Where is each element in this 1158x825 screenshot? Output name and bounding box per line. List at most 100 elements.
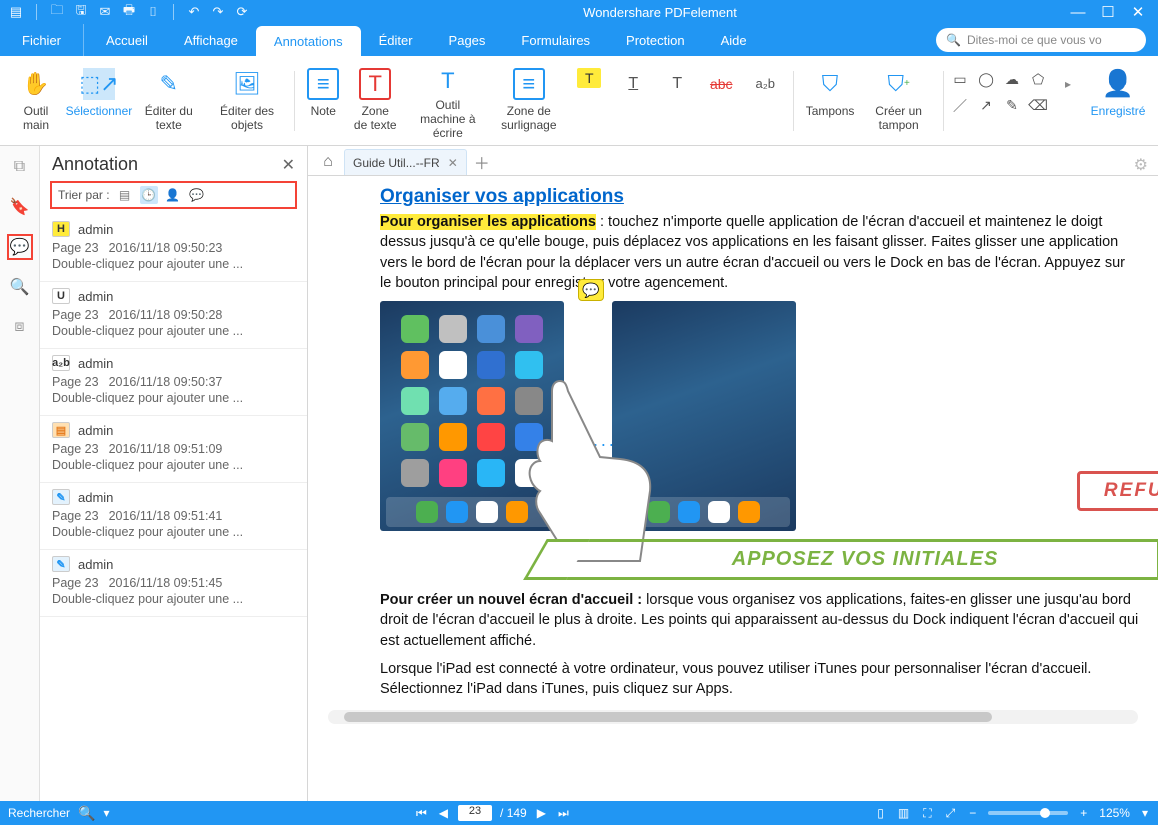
shape-eraser-icon[interactable]: ⌫ (1028, 96, 1048, 116)
shape-arrow-icon[interactable]: ↗ (976, 96, 996, 116)
tool-underline[interactable]: T (611, 62, 655, 140)
stamp-initials[interactable]: APPOSEZ VOS INITIALES (560, 539, 1158, 580)
zoom-dropdown-icon[interactable]: ▾ (1140, 806, 1150, 820)
menu-formulaires[interactable]: Formulaires (503, 24, 608, 56)
panel-annotations-icon[interactable]: 💬 (7, 234, 33, 260)
shape-tools[interactable]: ▭ ◯ ☁ ⬠ ／ ↗ ✎ ⌫ (950, 62, 1048, 116)
undo-icon[interactable]: ↶ (186, 4, 202, 20)
panel-attachments-icon[interactable]: ⧈ (7, 314, 33, 340)
menu-protection[interactable]: Protection (608, 24, 703, 56)
menu-file[interactable]: Fichier (0, 24, 84, 56)
annotation-item[interactable]: UadminPage 232016/11/18 09:50:28Double-c… (40, 282, 307, 349)
sort-type-icon[interactable]: 💬 (188, 186, 206, 204)
page-total: / 149 (500, 806, 527, 820)
email-icon[interactable]: ✉ (97, 4, 113, 20)
annotation-item[interactable]: ✎adminPage 232016/11/18 09:51:45Double-c… (40, 550, 307, 617)
tool-note[interactable]: ≡Note (301, 62, 345, 140)
maximize-icon[interactable]: ☐ (1100, 4, 1116, 20)
view-continuous-icon[interactable]: ▥ (896, 806, 911, 820)
shape-rect-icon[interactable]: ▭ (950, 70, 970, 90)
tool-highlight-area[interactable]: ≡Zone de surlignage (490, 62, 567, 140)
view-fullscreen-icon[interactable]: ⤢ (944, 806, 958, 821)
shape-pencil-icon[interactable]: ✎ (1002, 96, 1022, 116)
help-search-placeholder: Dites-moi ce que vous vo (967, 33, 1102, 47)
annotation-time: 2016/11/18 09:50:28 (109, 308, 223, 322)
cloud-icon[interactable]: ⟳ (234, 4, 250, 20)
annotation-item[interactable]: ✎adminPage 232016/11/18 09:51:41Double-c… (40, 483, 307, 550)
annotation-panel-close-icon[interactable]: ✕ (282, 155, 295, 175)
help-search[interactable]: 🔍 Dites-moi ce que vous vo (936, 28, 1146, 52)
page-current-input[interactable]: 23 (458, 805, 492, 821)
menu-éditer[interactable]: Éditer (361, 24, 431, 56)
register-button[interactable]: 👤Enregistré (1088, 62, 1152, 140)
menu-accueil[interactable]: Accueil (88, 24, 166, 56)
document-viewport[interactable]: Organiser vos applications Pour organise… (308, 176, 1158, 801)
tool-stamps[interactable]: ⛉Tampons (800, 62, 860, 140)
note-annotation-icon[interactable]: 💬 (578, 279, 604, 301)
annotation-list[interactable]: HadminPage 232016/11/18 09:50:23Double-c… (40, 215, 307, 801)
tool-typewriter[interactable]: TOutil machine à écrire (405, 62, 490, 140)
nav-last-icon[interactable]: ⏭ (556, 806, 571, 821)
shapes-expand[interactable]: ▸ (1048, 62, 1088, 140)
tool-caret[interactable]: a₂b (743, 62, 787, 140)
tool-strikethrough[interactable]: abc (699, 62, 743, 140)
menu-icon[interactable]: ▤ (8, 4, 24, 20)
tool-edit-objects[interactable]: 🖼Éditer des objets (206, 62, 289, 140)
tab-close-icon[interactable]: ✕ (448, 156, 458, 170)
annotation-author: admin (78, 557, 113, 572)
save-icon[interactable]: 🖫 (73, 4, 89, 20)
open-icon[interactable]: 🗀 (49, 4, 65, 20)
annotation-item[interactable]: a₂badminPage 232016/11/18 09:50:37Double… (40, 349, 307, 416)
menu-aide[interactable]: Aide (703, 24, 765, 56)
shape-polygon-icon[interactable]: ⬠ (1028, 70, 1048, 90)
stamp-refuse[interactable]: REFUSÉ (1077, 471, 1158, 511)
panel-thumbnails-icon[interactable]: ⧉ (7, 154, 33, 180)
status-search-label[interactable]: Rechercher (8, 806, 70, 820)
zoom-value: 125% (1099, 806, 1130, 820)
status-search-icon[interactable]: 🔍 (78, 805, 95, 822)
annotation-item[interactable]: ▤adminPage 232016/11/18 09:51:09Double-c… (40, 416, 307, 483)
highlight-annotation[interactable]: Pour organiser les applications (380, 214, 596, 230)
sort-author-icon[interactable]: 👤 (164, 186, 182, 204)
document-tab[interactable]: Guide Util...--FR ✕ (344, 149, 467, 175)
menu-annotations[interactable]: Annotations (256, 26, 361, 56)
horizontal-scrollbar[interactable] (328, 710, 1138, 724)
menu-affichage[interactable]: Affichage (166, 24, 256, 56)
doc-figure-row: 💬 ➔·······▸ REFUSÉ (380, 301, 1140, 531)
tool-highlight-text[interactable]: T (567, 62, 611, 140)
tool-select[interactable]: ⬚↗Sélectionner (66, 62, 132, 140)
zoom-out-icon[interactable]: − (967, 806, 978, 820)
zoom-in-icon[interactable]: + (1078, 806, 1089, 820)
view-single-icon[interactable]: ▯ (875, 806, 886, 820)
shape-oval-icon[interactable]: ◯ (976, 70, 996, 90)
tab-settings-icon[interactable]: ⚙ (1134, 155, 1148, 175)
minimize-icon[interactable]: — (1070, 4, 1086, 20)
sort-time-icon[interactable]: 🕒 (140, 186, 158, 204)
tool-textbox[interactable]: TZone de texte (345, 62, 405, 140)
nav-first-icon[interactable]: ⏮ (414, 806, 429, 821)
shape-line-icon[interactable]: ／ (950, 96, 970, 116)
tool-squiggly[interactable]: T (655, 62, 699, 140)
tool-edit-text[interactable]: ✎Éditer du texte (132, 62, 206, 140)
view-fit-icon[interactable]: ⛶ (921, 806, 933, 821)
redo-icon[interactable]: ↷ (210, 4, 226, 20)
print-icon[interactable]: 🖶 (121, 4, 137, 20)
annotation-item[interactable]: HadminPage 232016/11/18 09:50:23Double-c… (40, 215, 307, 282)
tab-home-icon[interactable]: ⌂ (314, 149, 342, 175)
panel-search-icon[interactable]: 🔍 (7, 274, 33, 300)
sort-page-icon[interactable]: ▤ (116, 186, 134, 204)
menu-pages[interactable]: Pages (431, 24, 504, 56)
panel-bookmarks-icon[interactable]: 🔖 (7, 194, 33, 220)
shape-cloud-icon[interactable]: ☁ (1002, 70, 1022, 90)
zoom-slider[interactable] (988, 811, 1068, 815)
annotation-type-icon: ✎ (52, 556, 70, 572)
status-search-dropdown-icon[interactable]: ▾ (103, 806, 109, 820)
annotation-time: 2016/11/18 09:50:23 (109, 241, 223, 255)
tab-add-icon[interactable]: ＋ (469, 149, 495, 175)
tool-hand[interactable]: ✋Outil main (6, 62, 66, 140)
scan-icon[interactable]: ⌷ (145, 4, 161, 20)
close-icon[interactable]: ✕ (1130, 4, 1146, 20)
tool-create-stamp[interactable]: ⛉+Créer un tampon (860, 62, 937, 140)
nav-next-icon[interactable]: ▶ (535, 806, 548, 820)
nav-prev-icon[interactable]: ◀ (437, 806, 450, 820)
